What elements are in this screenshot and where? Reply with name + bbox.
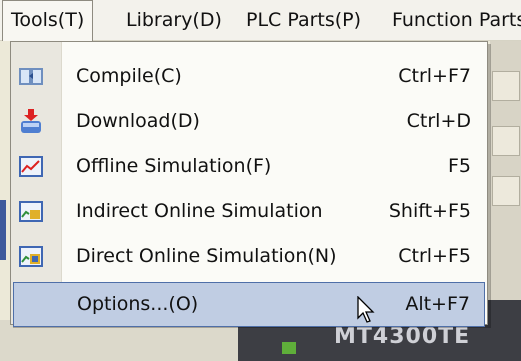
menu-item-options[interactable]: Options...(O) Alt+F7: [13, 282, 485, 327]
device-label: MT4300TE: [334, 324, 471, 349]
menu-function-parts[interactable]: Function Parts: [384, 0, 521, 40]
menu-library[interactable]: Library(D): [118, 0, 230, 40]
menu-item-compile[interactable]: Compile(C) Ctrl+F7: [13, 54, 485, 99]
menu-item-download[interactable]: Download(D) Ctrl+D: [13, 99, 485, 144]
offline-simulation-icon: [19, 156, 43, 177]
menu-item-direct-online-simulation[interactable]: Direct Online Simulation(N) Ctrl+F5: [13, 234, 485, 279]
mouse-cursor-icon: [357, 296, 375, 323]
download-icon: [21, 109, 41, 133]
compile-icon: [19, 68, 43, 85]
menubar: Tools(T) Library(D) PLC Parts(P) Functio…: [0, 0, 521, 41]
background-blue-strip: [0, 200, 6, 260]
toolbar-button[interactable]: [492, 176, 520, 206]
device-chip-icon: [282, 342, 296, 354]
toolbar-button[interactable]: [492, 71, 520, 101]
direct-simulation-icon: [19, 246, 43, 267]
menu-plc-parts[interactable]: PLC Parts(P): [238, 0, 369, 40]
indirect-simulation-icon: [19, 201, 43, 222]
menu-item-offline-simulation[interactable]: Offline Simulation(F) F5: [13, 144, 485, 189]
toolbar-button[interactable]: [492, 126, 520, 156]
tools-dropdown-menu: Compile(C) Ctrl+F7 Download(D) Ctrl+D Of…: [10, 41, 488, 327]
menu-item-indirect-online-simulation[interactable]: Indirect Online Simulation Shift+F5: [13, 189, 485, 234]
menu-tools[interactable]: Tools(T): [2, 0, 94, 41]
